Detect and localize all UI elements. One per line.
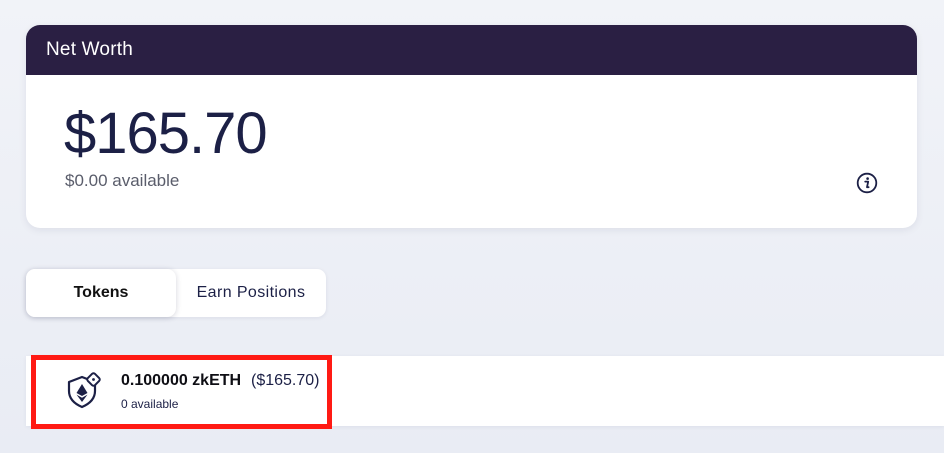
networth-available: $0.00 available bbox=[65, 171, 180, 190]
token-available: 0 available bbox=[121, 397, 179, 411]
asset-tabs: Tokens Earn Positions bbox=[26, 269, 326, 317]
networth-body: $165.70 $0.00 available bbox=[26, 75, 917, 228]
networth-header: Net Worth bbox=[26, 25, 917, 75]
token-fiat-value: ($165.70) bbox=[251, 372, 320, 389]
tab-tokens[interactable]: Tokens bbox=[26, 269, 176, 317]
info-icon[interactable] bbox=[856, 172, 878, 194]
networth-title: Net Worth bbox=[46, 39, 133, 60]
networth-value: $165.70 bbox=[64, 101, 268, 166]
networth-card: Net Worth $165.70 $0.00 available bbox=[26, 25, 917, 228]
tab-earn-positions[interactable]: Earn Positions bbox=[176, 269, 326, 317]
shielded-eth-icon bbox=[67, 372, 101, 409]
token-amount: 0.100000 zkETH bbox=[121, 372, 242, 389]
token-row[interactable] bbox=[26, 356, 944, 426]
